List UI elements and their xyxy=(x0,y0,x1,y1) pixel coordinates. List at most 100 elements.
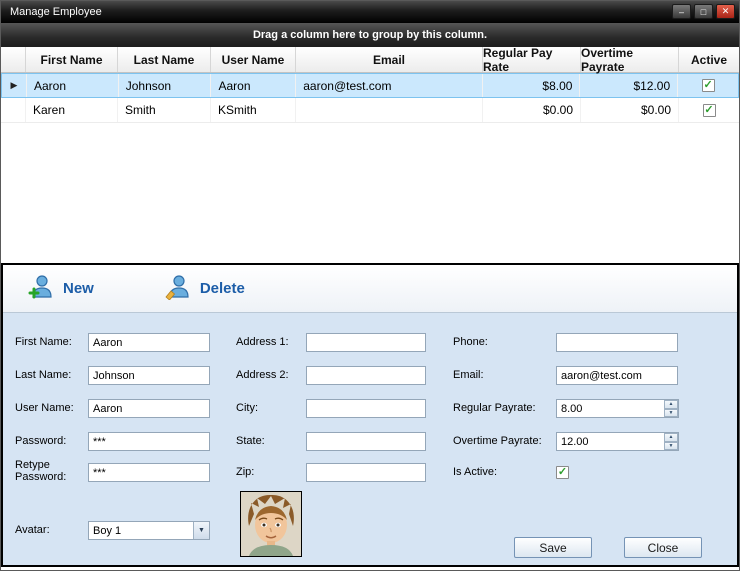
close-window-button[interactable]: ✕ xyxy=(716,4,735,19)
row-indicator-cell: ▶ xyxy=(2,74,27,97)
column-header-active[interactable]: Active xyxy=(679,47,739,72)
cell-first-name: Karen xyxy=(26,98,118,122)
new-employee-icon xyxy=(27,273,54,304)
minimize-icon: – xyxy=(679,7,684,17)
city-field[interactable] xyxy=(306,399,426,418)
table-row[interactable]: Karen Smith KSmith $0.00 $0.00 ✓ xyxy=(1,98,739,123)
active-checkbox[interactable]: ✓ xyxy=(702,79,715,92)
column-header-last-name[interactable]: Last Name xyxy=(118,47,211,72)
cell-last-name: Smith xyxy=(118,98,211,122)
delete-button[interactable]: Delete xyxy=(164,273,245,304)
cell-overtime-payrate: $12.00 xyxy=(580,74,678,97)
last-name-label: Last Name: xyxy=(15,366,71,385)
active-checkbox[interactable]: ✓ xyxy=(703,104,716,117)
minimize-button[interactable]: – xyxy=(672,4,691,19)
email-label: Email: xyxy=(453,366,484,385)
regular-payrate-field[interactable] xyxy=(556,399,679,418)
password-label: Password: xyxy=(15,432,66,451)
column-header-user-name[interactable]: User Name xyxy=(211,47,296,72)
cell-first-name: Aaron xyxy=(27,74,119,97)
row-indicator-cell xyxy=(1,98,26,122)
title-bar: Manage Employee – □ ✕ xyxy=(1,1,739,23)
close-button[interactable]: Close xyxy=(624,537,702,558)
address2-field[interactable] xyxy=(306,366,426,385)
zip-field[interactable] xyxy=(306,463,426,482)
cell-last-name: Johnson xyxy=(119,74,212,97)
email-field[interactable] xyxy=(556,366,678,385)
overtime-payrate-stepper: ▲ ▼ xyxy=(556,432,679,451)
avatar-label: Avatar: xyxy=(15,521,50,540)
save-button[interactable]: Save xyxy=(514,537,592,558)
window-title: Manage Employee xyxy=(10,6,102,18)
address2-label: Address 2: xyxy=(236,366,289,385)
regular-payrate-stepper: ▲ ▼ xyxy=(556,399,679,418)
employee-form: First Name: Last Name: User Name: Passwo… xyxy=(3,313,737,565)
employee-grid: First Name Last Name User Name Email Reg… xyxy=(1,47,739,263)
close-icon: ✕ xyxy=(722,6,730,17)
spin-up-icon[interactable]: ▲ xyxy=(664,400,678,409)
address1-label: Address 1: xyxy=(236,333,289,352)
new-button[interactable]: New xyxy=(27,273,94,304)
cell-user-name: KSmith xyxy=(211,98,296,122)
state-field[interactable] xyxy=(306,432,426,451)
check-icon: ✓ xyxy=(703,80,712,91)
column-header-first-name[interactable]: First Name xyxy=(26,47,118,72)
delete-button-label: Delete xyxy=(200,280,245,297)
user-name-label: User Name: xyxy=(15,399,74,418)
group-by-hint: Drag a column here to group by this colu… xyxy=(253,29,487,41)
spin-down-icon[interactable]: ▼ xyxy=(664,442,678,451)
cell-email: aaron@test.com xyxy=(296,74,482,97)
cell-regular-pay-rate: $0.00 xyxy=(483,98,581,122)
regular-payrate-label: Regular Payrate: xyxy=(453,399,536,418)
cell-active: ✓ xyxy=(678,74,738,97)
row-indicator-header xyxy=(1,47,26,72)
first-name-label: First Name: xyxy=(15,333,72,352)
avatar-select-value: Boy 1 xyxy=(89,525,193,537)
toolbar: New Delete xyxy=(3,265,737,313)
regular-payrate-spinner: ▲ ▼ xyxy=(664,400,678,417)
spin-up-icon[interactable]: ▲ xyxy=(664,433,678,442)
password-field[interactable] xyxy=(88,432,210,451)
overtime-payrate-label: Overtime Payrate: xyxy=(453,432,542,451)
column-header-overtime-payrate[interactable]: Overtime Payrate xyxy=(581,47,679,72)
column-header-email[interactable]: Email xyxy=(296,47,483,72)
cell-regular-pay-rate: $8.00 xyxy=(483,74,581,97)
cell-active: ✓ xyxy=(679,98,739,122)
group-by-bar[interactable]: Drag a column here to group by this colu… xyxy=(1,23,739,47)
detail-panel: New Delete First Name: Last Name: User xyxy=(1,263,739,567)
state-label: State: xyxy=(236,432,265,451)
phone-field[interactable] xyxy=(556,333,678,352)
is-active-label: Is Active: xyxy=(453,463,497,482)
selected-row-arrow-icon: ▶ xyxy=(11,80,18,91)
cell-user-name: Aaron xyxy=(211,74,296,97)
user-name-field[interactable] xyxy=(88,399,210,418)
window-controls: – □ ✕ xyxy=(672,4,735,19)
overtime-payrate-spinner: ▲ ▼ xyxy=(664,433,678,450)
cell-email xyxy=(296,98,483,122)
spin-down-icon[interactable]: ▼ xyxy=(664,409,678,418)
city-label: City: xyxy=(236,399,258,418)
avatar-image xyxy=(240,491,302,557)
avatar-select[interactable]: Boy 1 ▼ xyxy=(88,521,210,540)
retype-password-field[interactable] xyxy=(88,463,210,482)
table-row[interactable]: ▶ Aaron Johnson Aaron aaron@test.com $8.… xyxy=(1,73,739,98)
last-name-field[interactable] xyxy=(88,366,210,385)
grid-header-row: First Name Last Name User Name Email Reg… xyxy=(1,47,739,73)
is-active-checkbox[interactable]: ✓ xyxy=(556,466,569,479)
check-icon: ✓ xyxy=(704,105,713,116)
address1-field[interactable] xyxy=(306,333,426,352)
manage-employee-window: Manage Employee – □ ✕ Drag a column here… xyxy=(0,0,740,571)
column-header-regular-pay-rate[interactable]: Regular Pay Rate xyxy=(483,47,581,72)
retype-password-label: Retype Password: xyxy=(15,458,69,483)
delete-employee-icon xyxy=(164,273,191,304)
overtime-payrate-field[interactable] xyxy=(556,432,679,451)
maximize-icon: □ xyxy=(701,7,706,17)
phone-label: Phone: xyxy=(453,333,488,352)
zip-label: Zip: xyxy=(236,463,254,482)
check-icon: ✓ xyxy=(558,467,567,478)
new-button-label: New xyxy=(63,280,94,297)
maximize-button[interactable]: □ xyxy=(694,4,713,19)
first-name-field[interactable] xyxy=(88,333,210,352)
cell-overtime-payrate: $0.00 xyxy=(581,98,679,122)
chevron-down-icon[interactable]: ▼ xyxy=(193,522,209,539)
